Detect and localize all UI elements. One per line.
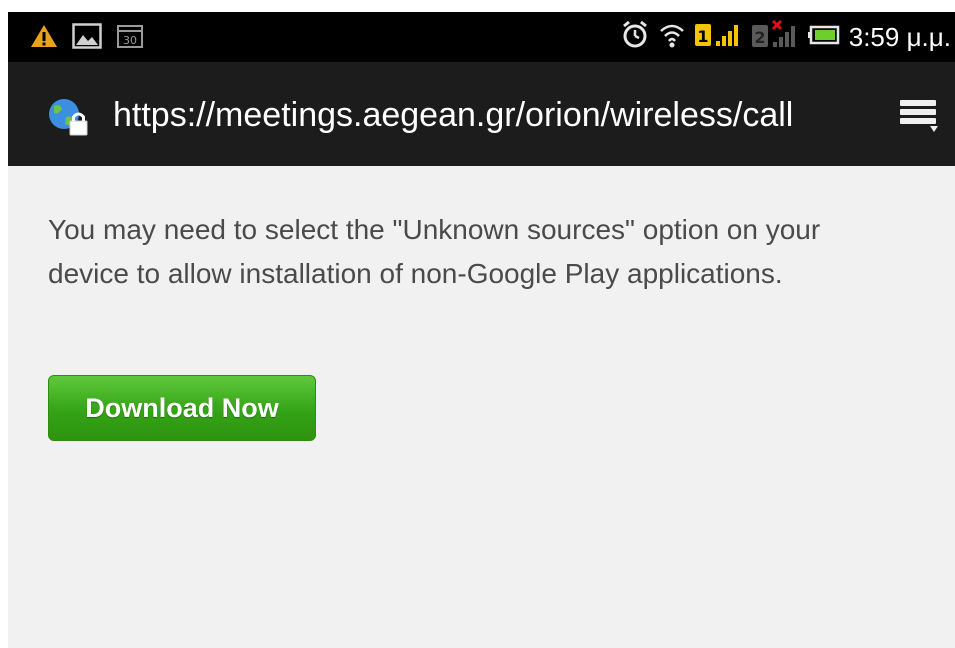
svg-text:30: 30 (123, 34, 137, 47)
secure-globe-icon[interactable] (46, 97, 90, 142)
battery-icon (807, 24, 840, 51)
page-content: You may need to select the "Unknown sour… (8, 166, 955, 648)
status-bar: 30 1 2 3:59 μ.μ. (8, 12, 955, 62)
warning-icon (30, 23, 58, 54)
url-text[interactable]: https://meetings.aegean.gr/orion/wireles… (113, 94, 883, 136)
notification-icons: 30 (30, 23, 144, 54)
browser-url-bar[interactable]: https://meetings.aegean.gr/orion/wireles… (8, 62, 955, 166)
install-instructions: You may need to select the "Unknown sour… (48, 214, 821, 289)
system-icons: 1 2 3:59 μ.μ. (620, 18, 951, 56)
menu-icon[interactable] (896, 98, 940, 139)
svg-text:2: 2 (754, 28, 765, 47)
sim2-no-signal-icon: 2 (751, 19, 799, 55)
wifi-icon (659, 21, 685, 54)
svg-text:1: 1 (697, 27, 708, 46)
download-now-button[interactable]: Download Now (48, 375, 316, 441)
gallery-icon (72, 23, 102, 54)
alarm-icon (620, 20, 650, 55)
calendar-icon: 30 (116, 23, 144, 54)
clock: 3:59 μ.μ. (848, 22, 951, 52)
phone-screen: 30 1 2 3:59 μ.μ. https://meetings.aegean… (8, 12, 955, 648)
sim1-signal-icon: 1 (694, 21, 742, 54)
